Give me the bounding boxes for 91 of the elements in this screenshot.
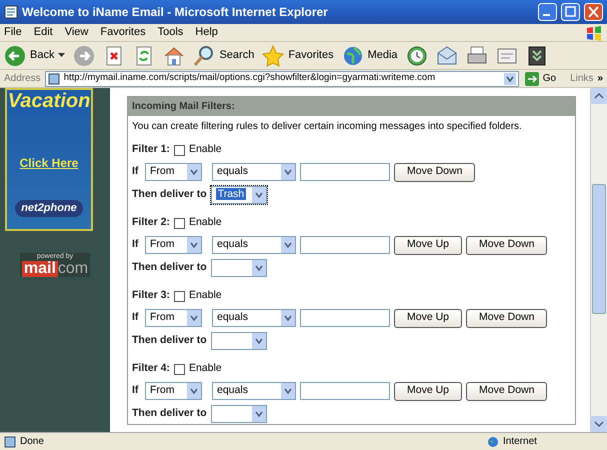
filter-label: Filter 1: bbox=[132, 142, 170, 158]
clock-icon[interactable] bbox=[406, 44, 428, 66]
printer-icon[interactable] bbox=[466, 44, 488, 66]
globe-icon bbox=[342, 44, 364, 66]
folder-select[interactable] bbox=[210, 405, 267, 423]
logo-suffix: com bbox=[58, 261, 88, 277]
minimize-icon[interactable] bbox=[538, 3, 557, 21]
operator-select[interactable]: equals bbox=[212, 163, 296, 181]
move-button[interactable]: Move Up bbox=[394, 308, 462, 328]
move-button[interactable]: Move Down bbox=[466, 236, 548, 254]
enable-label: Enable bbox=[188, 361, 222, 376]
move-button[interactable]: Move Up bbox=[394, 236, 462, 254]
links-label[interactable]: Links bbox=[562, 71, 594, 86]
address-label: Address bbox=[4, 72, 41, 86]
status-text: Done bbox=[20, 435, 45, 449]
toolbar-button[interactable]: Favorites bbox=[262, 44, 334, 66]
menu-item[interactable]: Tools bbox=[158, 24, 184, 41]
chevrons-icon[interactable] bbox=[526, 44, 548, 66]
field-select[interactable]: From bbox=[145, 236, 202, 254]
enable-checkbox[interactable] bbox=[174, 290, 185, 302]
panel-title: Incoming Mail Filters: bbox=[128, 97, 575, 116]
if-label: If bbox=[132, 164, 140, 180]
url-text: http://mymail.iname.com/scripts/mail/options.cgi?showfilter&login=gyarmati:writeme.com bbox=[64, 72, 436, 86]
menu-item[interactable]: File bbox=[4, 24, 22, 41]
operator-select[interactable]: equals bbox=[212, 236, 296, 254]
deliver-label: Then deliver to bbox=[132, 187, 207, 202]
page-icon bbox=[48, 72, 60, 84]
enable-label: Enable bbox=[188, 142, 222, 158]
folder-select[interactable] bbox=[210, 259, 267, 277]
windows-logo-icon bbox=[585, 24, 603, 40]
toolbar-button[interactable]: Media bbox=[342, 44, 398, 66]
go-button[interactable]: Go bbox=[522, 71, 558, 86]
panel-description: You can create filtering rules to deliver certain incoming messages into specified folders. bbox=[131, 120, 523, 134]
scroll-up-icon[interactable] bbox=[591, 88, 607, 104]
enable-label: Enable bbox=[188, 288, 222, 304]
right-arrow-icon bbox=[524, 72, 539, 86]
ad-headline: Vacation bbox=[8, 90, 90, 112]
value-input[interactable] bbox=[300, 236, 390, 254]
toolbar-button[interactable]: Back bbox=[4, 44, 66, 66]
zone-text: Internet bbox=[503, 435, 538, 449]
toolbar-button[interactable]: Search bbox=[193, 44, 254, 66]
ad-link[interactable]: Click Here bbox=[20, 154, 78, 172]
folder-select[interactable]: Trash bbox=[210, 186, 267, 204]
envelope-icon[interactable] bbox=[436, 44, 458, 66]
folder-select[interactable] bbox=[210, 332, 267, 350]
logo-text: mail bbox=[22, 261, 58, 277]
deliver-label: Then deliver to bbox=[132, 260, 207, 276]
deliver-label: Then deliver to bbox=[132, 333, 207, 348]
field-select[interactable]: From bbox=[145, 309, 202, 327]
move-button[interactable]: Move Down bbox=[466, 308, 548, 328]
house-icon[interactable] bbox=[163, 44, 186, 66]
menu-item[interactable]: View bbox=[64, 24, 88, 41]
scroll-thumb[interactable] bbox=[592, 184, 606, 314]
scrollbar[interactable] bbox=[590, 88, 607, 432]
if-label: If bbox=[132, 310, 140, 326]
if-label: If bbox=[132, 237, 140, 252]
search-icon bbox=[193, 44, 216, 66]
menu-item[interactable]: Edit bbox=[34, 24, 53, 41]
enable-label: Enable bbox=[188, 215, 222, 230]
operator-select[interactable]: equals bbox=[212, 309, 296, 327]
filter-label: Filter 4: bbox=[132, 361, 170, 376]
star-icon bbox=[262, 44, 284, 66]
deliver-label: Then deliver to bbox=[132, 406, 207, 422]
value-input[interactable] bbox=[300, 163, 390, 181]
page-icon bbox=[4, 436, 16, 448]
page-icon bbox=[4, 5, 18, 19]
filter-label: Filter 2: bbox=[132, 215, 170, 230]
menu-item[interactable]: Favorites bbox=[100, 24, 146, 41]
filter-label: Filter 3: bbox=[132, 288, 170, 304]
address-field[interactable]: http://mymail.iname.com/scripts/mail/options.cgi?showfilter&login=gyarmati:writeme.com bbox=[44, 70, 519, 86]
enable-checkbox[interactable] bbox=[174, 218, 185, 228]
value-input[interactable] bbox=[300, 309, 390, 327]
window-title: Welcome to iName Email - Microsoft Internet Explorer bbox=[22, 4, 329, 21]
if-label: If bbox=[132, 383, 140, 398]
move-button[interactable]: Move Down bbox=[466, 382, 548, 400]
brand-logo: net2phone bbox=[15, 200, 83, 216]
scroll-down-icon[interactable] bbox=[591, 416, 607, 432]
move-button[interactable]: Move Up bbox=[394, 382, 462, 400]
move-button[interactable]: Move Down bbox=[394, 162, 476, 182]
value-input[interactable] bbox=[300, 382, 390, 400]
menu-item[interactable]: Help bbox=[195, 24, 218, 41]
enable-checkbox[interactable] bbox=[174, 364, 185, 374]
globe-icon bbox=[487, 436, 499, 448]
close-icon[interactable] bbox=[584, 3, 603, 21]
field-select[interactable]: From bbox=[145, 163, 202, 181]
field-select[interactable]: From bbox=[145, 382, 202, 400]
more-chevron[interactable]: » bbox=[597, 71, 603, 86]
caret-icon bbox=[58, 53, 66, 58]
enable-checkbox[interactable] bbox=[174, 144, 185, 156]
operator-select[interactable]: equals bbox=[212, 382, 296, 400]
maximize-icon[interactable] bbox=[561, 3, 580, 21]
